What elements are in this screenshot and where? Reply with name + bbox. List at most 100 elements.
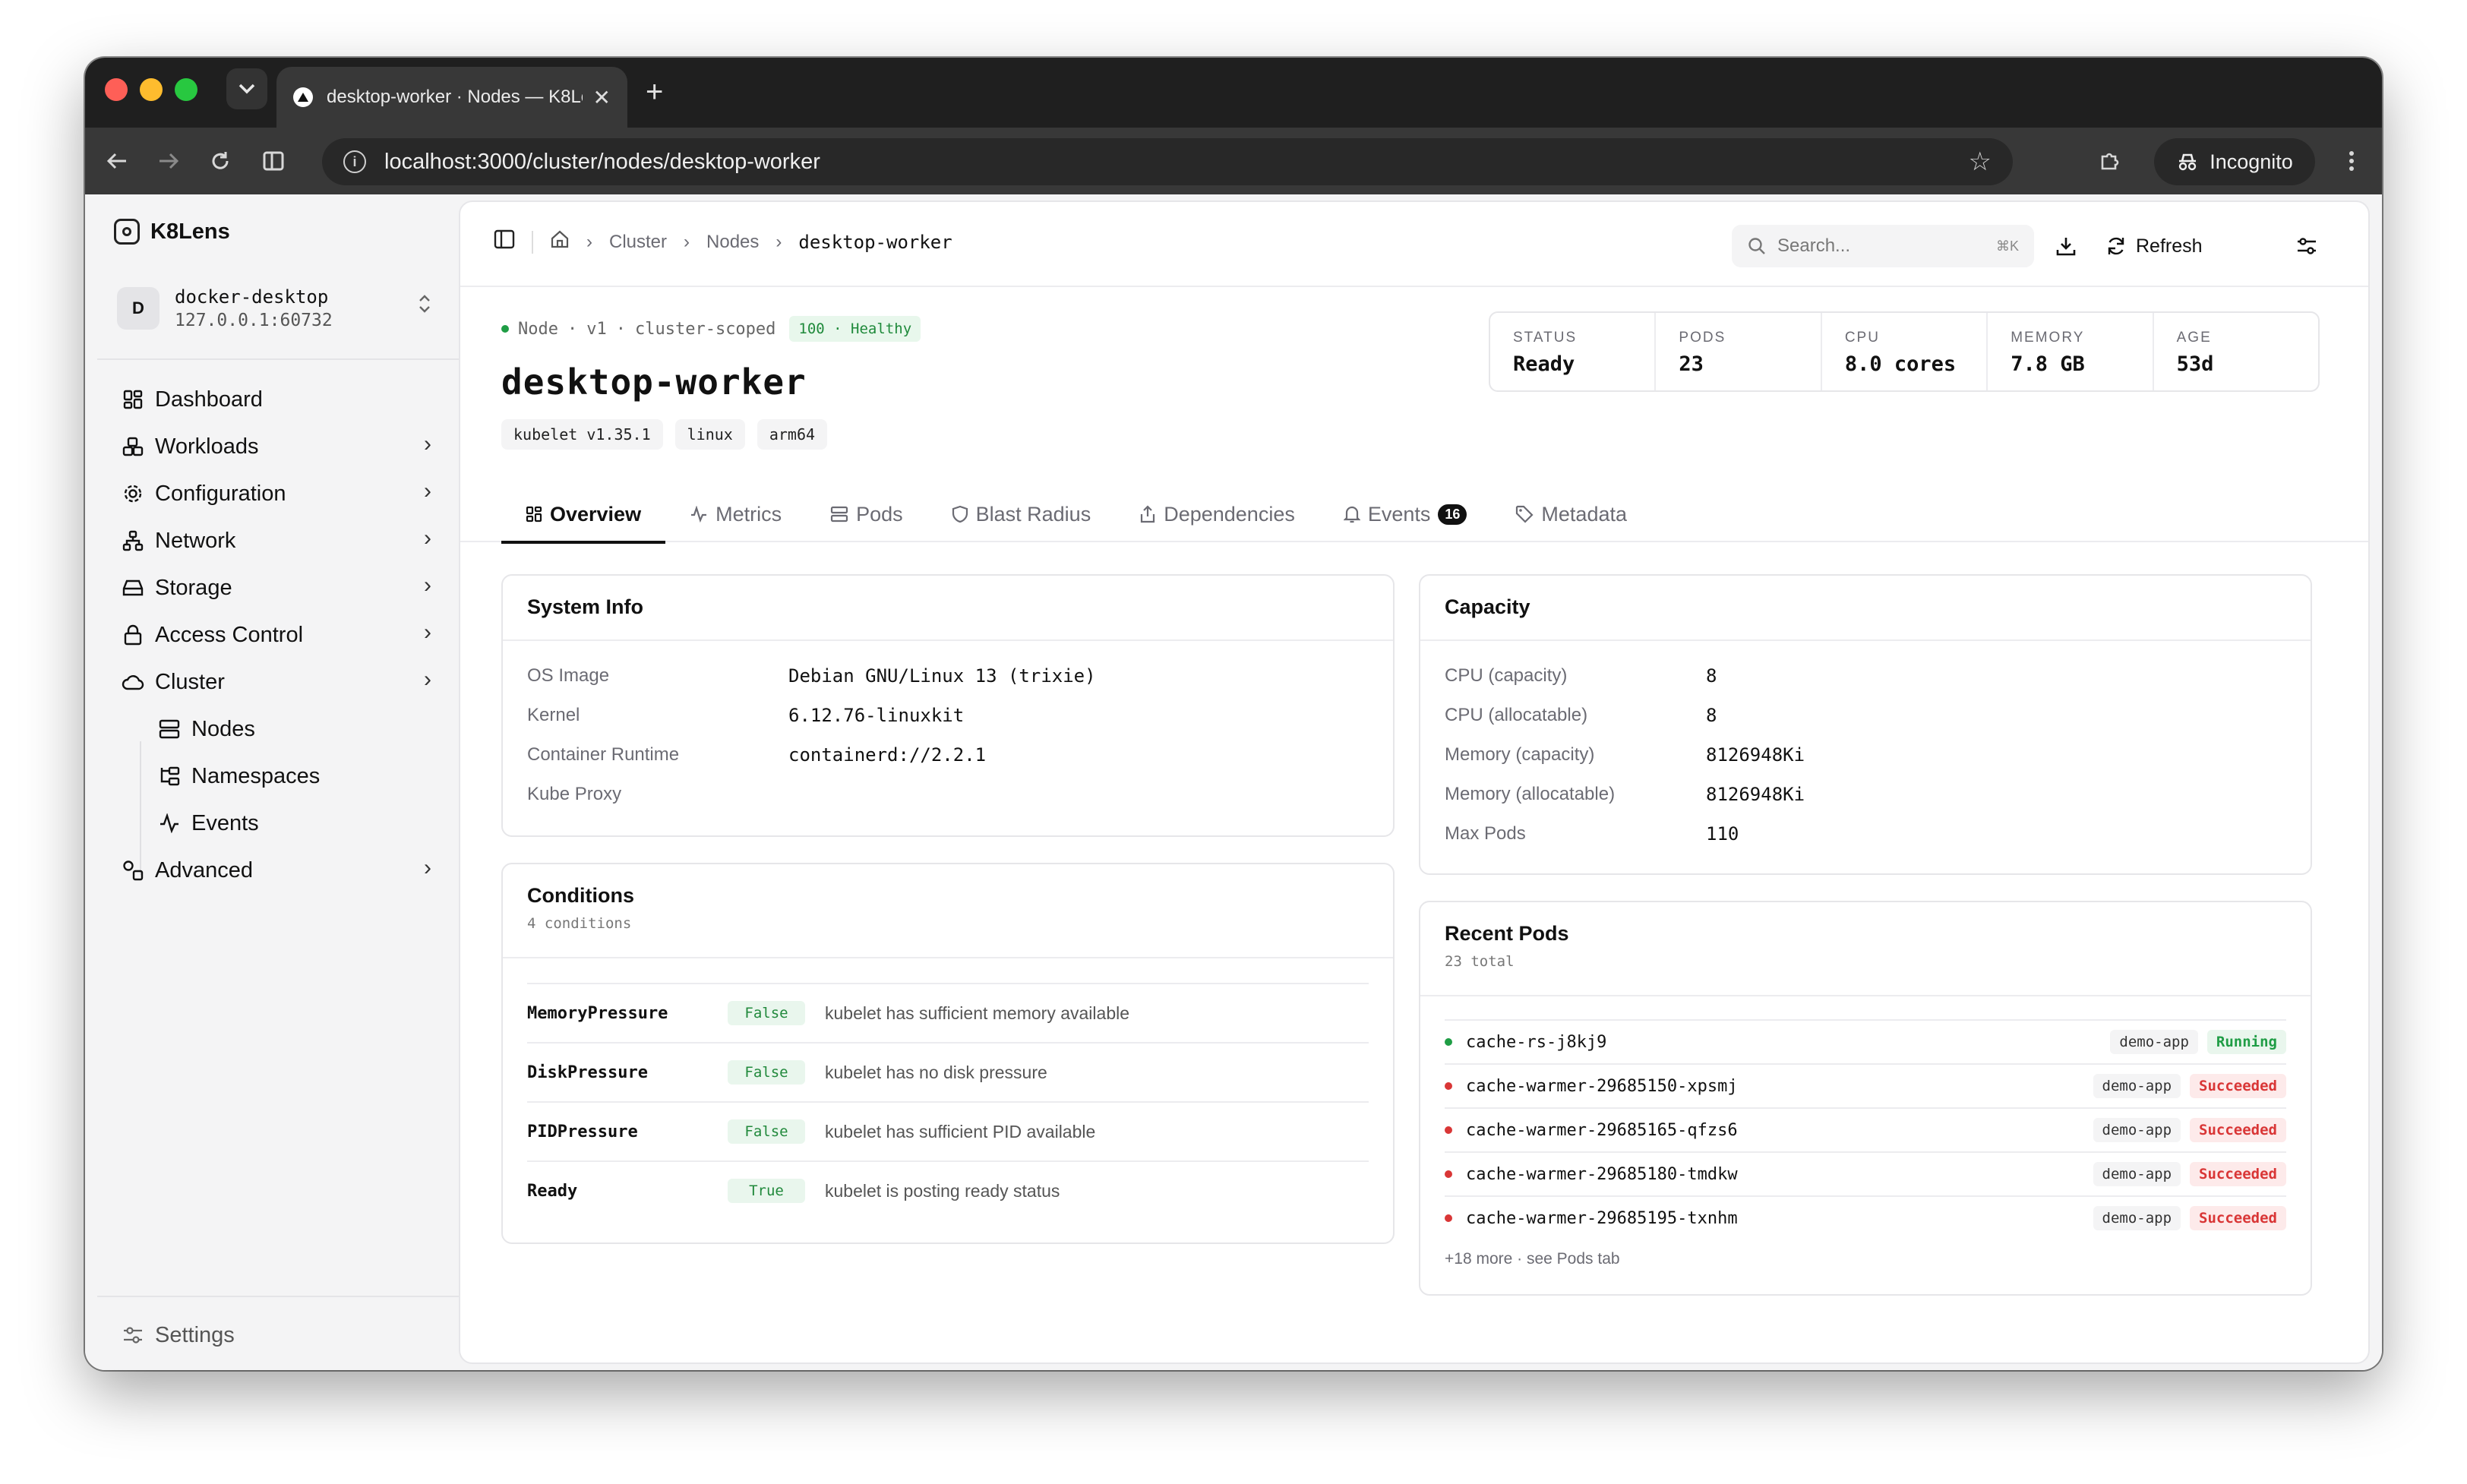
kv-key: CPU (allocatable) [1445, 705, 1588, 725]
breadcrumb-nodes[interactable]: Nodes [706, 232, 759, 253]
stat-memory: MEMORY 7.8 GB [1988, 313, 2154, 390]
app-brand[interactable]: K8Lens [114, 219, 230, 245]
pod-namespace-badge: demo-app [2110, 1030, 2198, 1054]
condition-row: MemoryPressure False kubelet has suffici… [527, 983, 1369, 1042]
breadcrumb-separator-icon: › [775, 231, 782, 252]
card-header: Recent Pods 23 total [1420, 902, 2311, 996]
sidebar-item-dashboard[interactable]: Dashboard [120, 380, 431, 419]
tab-events[interactable]: Events 16 [1319, 486, 1492, 542]
kv-value: 8 [1706, 665, 1717, 687]
cloud-icon [120, 673, 146, 691]
activity-icon [156, 813, 182, 833]
refresh-icon [2108, 237, 2124, 255]
bookmark-star-icon[interactable]: ☆ [1969, 147, 1992, 177]
browser-toolbar: i localhost:3000/cluster/nodes/desktop-w… [85, 128, 2382, 194]
home-icon[interactable] [550, 229, 570, 254]
incognito-indicator[interactable]: Incognito [2154, 138, 2315, 185]
download-button[interactable] [2055, 226, 2077, 266]
sidebar-item-access-control[interactable]: Access Control › [120, 615, 431, 655]
app-favicon-icon [293, 87, 313, 107]
card-header: System Info [503, 576, 1393, 641]
maximize-window-button[interactable] [175, 78, 197, 101]
pod-status-badge: Succeeded [2190, 1206, 2286, 1230]
shield-icon [952, 505, 968, 523]
sidebar-item-label: Configuration [155, 481, 286, 506]
node-scope: cluster-scoped [634, 319, 776, 339]
meta-separator: · [615, 319, 626, 339]
sidebar-item-events[interactable]: Events [156, 804, 468, 843]
sidebar-settings[interactable]: Settings [120, 1315, 431, 1355]
stat-pods: PODS 23 [1656, 313, 1822, 390]
pod-row[interactable]: cache-rs-j8kj9 demo-app Running [1445, 1019, 2286, 1063]
kv-key: Memory (capacity) [1445, 744, 1595, 765]
reload-button[interactable] [204, 144, 237, 178]
tab-label: Blast Radius [975, 502, 1091, 526]
pod-row[interactable]: cache-warmer-29685195-txnhm demo-app Suc… [1445, 1195, 2286, 1239]
browser-tab[interactable]: desktop-worker · Nodes — K8Lens ✕ [276, 67, 627, 128]
tab-pods[interactable]: Pods [806, 486, 927, 542]
extensions-button[interactable] [2093, 144, 2127, 178]
sidebar-item-network[interactable]: Network › [120, 521, 431, 560]
toggle-sidebar-icon[interactable] [494, 229, 515, 254]
sidebar-item-advanced[interactable]: Advanced › [120, 851, 431, 890]
close-tab-icon[interactable]: ✕ [593, 85, 611, 110]
browser-window: desktop-worker · Nodes — K8Lens ✕ + i lo… [85, 58, 2382, 1370]
new-tab-button[interactable]: + [646, 71, 663, 112]
side-panel-button[interactable] [257, 144, 290, 178]
tab-search-button[interactable] [226, 68, 267, 109]
sidebar-item-configuration[interactable]: Configuration › [120, 474, 431, 513]
breadcrumb-cluster[interactable]: Cluster [609, 232, 667, 253]
condition-status-badge: False [728, 1119, 805, 1144]
split-view-icon [263, 151, 284, 171]
pod-status-dot-icon [1445, 1170, 1452, 1178]
condition-name: DiskPressure [527, 1062, 648, 1082]
pod-row[interactable]: cache-warmer-29685150-xpsmj demo-app Suc… [1445, 1063, 2286, 1107]
back-button[interactable] [100, 144, 134, 178]
pod-row[interactable]: cache-warmer-29685180-tmdkw demo-app Suc… [1445, 1151, 2286, 1195]
stat-value: 7.8 GB [2011, 352, 2085, 376]
chevron-right-icon: › [424, 478, 431, 504]
pod-status-badge: Succeeded [2190, 1118, 2286, 1142]
tab-dependencies[interactable]: Dependencies [1115, 486, 1319, 542]
site-info-icon[interactable]: i [343, 150, 366, 173]
more-pods-link[interactable]: +18 more · see Pods tab [1445, 1250, 1620, 1268]
health-badge: 100 · Healthy [789, 316, 921, 342]
stat-status: STATUS Ready [1490, 313, 1657, 390]
stat-label: MEMORY [2011, 330, 2085, 346]
tab-label: Overview [550, 502, 642, 526]
os-chip: linux [674, 419, 745, 450]
breadcrumb: › Cluster › Nodes › desktop-worker [494, 229, 952, 254]
close-window-button[interactable] [105, 78, 128, 101]
refresh-button[interactable]: Refresh [2105, 226, 2203, 266]
incognito-icon [2179, 153, 2197, 171]
app-root: K8Lens D docker-desktop 127.0.0.1:60732 … [85, 194, 2382, 1370]
pod-row[interactable]: cache-warmer-29685165-qfzs6 demo-app Suc… [1445, 1107, 2286, 1151]
tab-overview[interactable]: Overview [501, 486, 666, 544]
layout-grid-icon [526, 506, 542, 523]
sidebar-item-cluster[interactable]: Cluster › [120, 662, 431, 702]
search-input[interactable]: Search... ⌘K [1732, 225, 2034, 267]
tab-blast-radius[interactable]: Blast Radius [927, 486, 1116, 542]
sidebar-item-storage[interactable]: Storage › [120, 568, 431, 608]
sidebar-item-label: Network [155, 528, 236, 553]
condition-row: PIDPressure False kubelet has sufficient… [527, 1101, 1369, 1160]
condition-row: DiskPressure False kubelet has no disk p… [527, 1042, 1369, 1101]
tab-metadata[interactable]: Metadata [1491, 486, 1651, 542]
pod-status-dot-icon [1445, 1126, 1452, 1134]
forward-button[interactable] [152, 144, 185, 178]
card-title: Capacity [1445, 595, 1530, 618]
address-bar[interactable]: i localhost:3000/cluster/nodes/desktop-w… [322, 138, 2013, 185]
sidebar-item-namespaces[interactable]: Namespaces [156, 756, 468, 796]
node-chips: kubelet v1.35.1 linux arm64 [501, 419, 828, 450]
sidebar-item-nodes[interactable]: Nodes [156, 709, 468, 749]
context-avatar: D [117, 287, 160, 330]
tab-metrics[interactable]: Metrics [665, 486, 806, 542]
boxes-icon [120, 437, 146, 456]
view-settings-button[interactable] [2295, 226, 2318, 266]
cluster-context-switcher[interactable]: D docker-desktop 127.0.0.1:60732 [117, 279, 451, 337]
minimize-window-button[interactable] [140, 78, 163, 101]
kv-key: Kube Proxy [527, 784, 622, 804]
sidebar-item-workloads[interactable]: Workloads › [120, 427, 431, 466]
server-icon [156, 719, 182, 739]
browser-menu-button[interactable] [2335, 144, 2368, 178]
